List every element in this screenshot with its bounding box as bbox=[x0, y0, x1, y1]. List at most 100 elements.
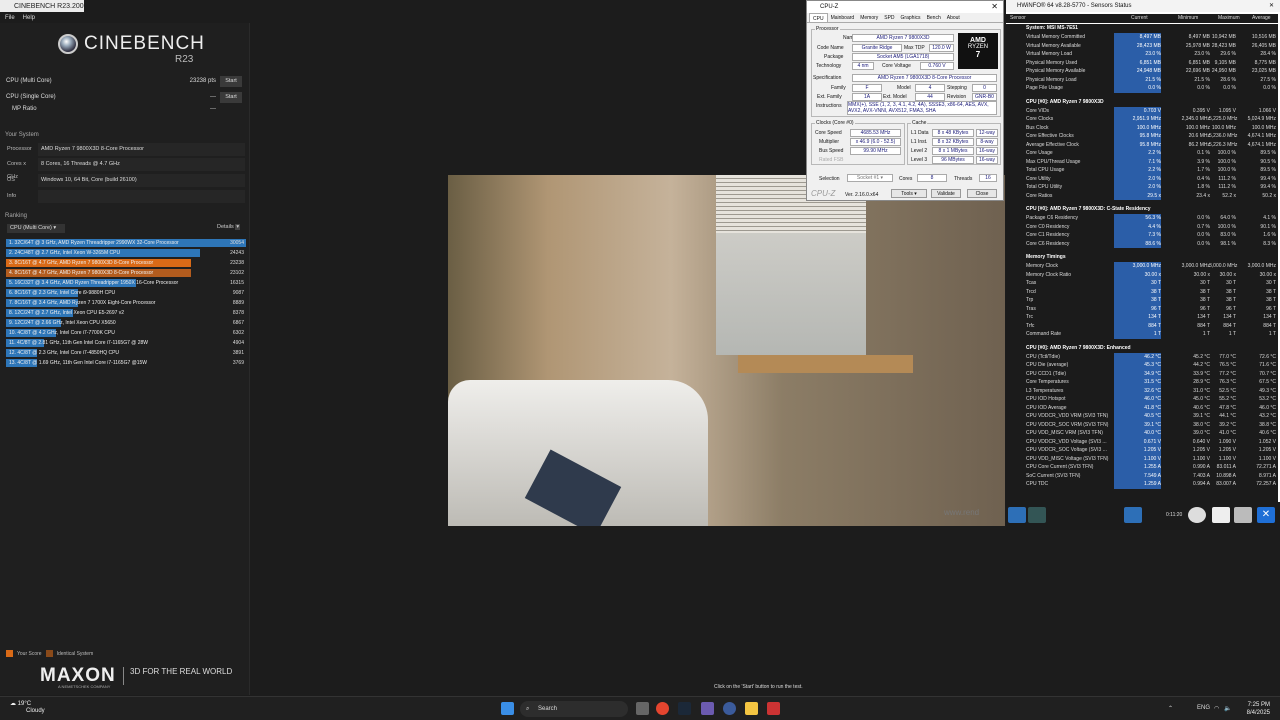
ranking-row[interactable]: 7. 8C/16T @ 3.4 GHz, AMD Ryzen 7 1700X E… bbox=[6, 298, 246, 308]
sensor-row[interactable]: Memory Clock 3,000.0 MHz 3,000.0 MHz 3,000.… bbox=[1006, 262, 1278, 271]
sensor-row[interactable]: Core Temperatures 31.5 °C 28.9 °C 76.3 °C 67… bbox=[1006, 378, 1278, 387]
sensor-row[interactable]: Bus Clock 100.0 MHz 100.0 MHz 100.0 MHz 100.… bbox=[1006, 123, 1278, 132]
tab-graphics[interactable]: Graphics bbox=[898, 13, 924, 22]
steam-icon[interactable] bbox=[678, 702, 691, 715]
sensor-row[interactable]: Average Effective Clock 95.8 MHz 86.2 MHz 5… bbox=[1006, 140, 1278, 149]
volume-icon[interactable]: 🔈 bbox=[1224, 705, 1231, 712]
report-icon[interactable] bbox=[1212, 507, 1230, 523]
sensor-row[interactable]: Physical Memory Load 21.5 % 21.5 % 28.6 % 27… bbox=[1006, 75, 1278, 84]
menu-help[interactable]: Help bbox=[23, 15, 35, 21]
hwinfo-taskbar-icon[interactable] bbox=[723, 702, 736, 715]
sensor-row[interactable]: SoC Current (SVI3 TFN) 7.549 A 7.403 A 10.8… bbox=[1006, 471, 1278, 480]
single-core-start-button[interactable]: Start bbox=[220, 91, 242, 103]
sensor-row[interactable]: Core Usage 2.2 % 0.1 % 100.0 % 89.5 % bbox=[1006, 149, 1278, 158]
sensor-row[interactable]: Memory Clock Ratio 30.00 x 30.00 x 30.00 x 3… bbox=[1006, 270, 1278, 279]
tab-memory[interactable]: Memory bbox=[857, 13, 881, 22]
sensor-row[interactable]: Package C6 Residency 56.3 % 0.0 % 64.0 % 4.1… bbox=[1006, 214, 1278, 223]
sensor-row[interactable]: CPU TDC 1.259 A 0.994 A 83.007 A 72.257 A bbox=[1006, 480, 1278, 489]
close-x-icon[interactable]: ✕ bbox=[1257, 507, 1275, 523]
sensor-row[interactable]: CPU VDDCR_SOC VRM (SVI3 TFN) 39.1 °C 38.0 … bbox=[1006, 420, 1278, 429]
sensor-row[interactable]: CPU IOD Hotspot 46.0 °C 45.0 °C 55.2 °C 53.2… bbox=[1006, 395, 1278, 404]
ranking-row[interactable]: 8. 12C/24T @ 2.7 GHz, Intel Xeon CPU E5-… bbox=[6, 308, 246, 318]
sensor-row[interactable]: Core C1 Residency 7.3 % 0.0 % 83.0 % 1.6 % bbox=[1006, 231, 1278, 240]
language-indicator[interactable]: ENG bbox=[1197, 705, 1210, 711]
sensor-row[interactable]: Virtual Memory Committed 8,497 MB 8,497 MB… bbox=[1006, 33, 1278, 42]
sensor-row[interactable]: CPU VDDCR_VDD Voltage (SVI3 ... 0.671 V 0.… bbox=[1006, 437, 1278, 446]
taskbar-search[interactable]: ⌕ Search bbox=[520, 701, 628, 717]
ranking-row[interactable]: 10. 4C/8T @ 4.2 GHz, Intel Core i7-7700K… bbox=[6, 328, 246, 338]
sensor-row[interactable]: Total CPU Usage 2.2 % 1.7 % 100.0 % 89.5 % bbox=[1006, 166, 1278, 175]
col-sensor[interactable]: Sensor bbox=[1010, 14, 1026, 23]
sensor-row[interactable]: Physical Memory Available 24,948 MB 22,696… bbox=[1006, 67, 1278, 76]
sensor-row[interactable]: CPU CCD1 (Tdie) 34.9 °C 33.9 °C 77.2 °C 70.7… bbox=[1006, 369, 1278, 378]
col-minimum[interactable]: Minimum bbox=[1178, 14, 1198, 23]
sensor-row[interactable]: CPU IOD Average 41.8 °C 40.6 °C 47.8 °C 46.0… bbox=[1006, 403, 1278, 412]
socket-select[interactable]: Socket #1 ▾ bbox=[847, 174, 893, 182]
nav-arrows-icon[interactable] bbox=[1008, 507, 1026, 523]
tab-bench[interactable]: Bench bbox=[924, 13, 944, 22]
sensor-row[interactable]: CPU Die (average) 45.3 °C 44.2 °C 76.5 °C 71… bbox=[1006, 361, 1278, 370]
sensor-row[interactable]: Tras 96 T 96 T 96 T 96 T bbox=[1006, 304, 1278, 313]
sensor-row[interactable]: L3 Temperatures 32.6 °C 31.0 °C 52.5 °C 49.3… bbox=[1006, 386, 1278, 395]
sensor-row[interactable]: CPU VDDCR_SOC Voltage (SVI3 ... 1.205 V 1.… bbox=[1006, 446, 1278, 455]
sensor-row[interactable]: Physical Memory Used 6,851 MB 6,851 MB 9,10… bbox=[1006, 58, 1278, 67]
task-view-icon[interactable] bbox=[636, 702, 649, 715]
wifi-icon[interactable]: ◠ bbox=[1214, 705, 1219, 712]
ranking-row[interactable]: 3. 8C/16T @ 4.7 GHz, AMD Ryzen 7 9800X3D… bbox=[6, 258, 246, 268]
tray-chevron-icon[interactable]: ⌃ bbox=[1168, 705, 1173, 712]
sensor-row[interactable]: Core Ratios 29.5 x 23.4 x 52.2 x 50.2 x bbox=[1006, 191, 1278, 200]
close-icon[interactable]: ✕ bbox=[991, 1, 998, 13]
sensor-row[interactable]: Core C0 Residency 4.4 % 0.7 % 100.0 % 90.1 % bbox=[1006, 222, 1278, 231]
sensor-row[interactable]: Core Utility 2.0 % 0.4 % 111.2 % 99.4 % bbox=[1006, 174, 1278, 183]
col-maximum[interactable]: Maximum bbox=[1218, 14, 1240, 23]
close-icon[interactable]: ✕ bbox=[1269, 0, 1274, 12]
ranking-row[interactable]: 1. 32C/64T @ 3 GHz, AMD Ryzen Threadripp… bbox=[6, 238, 246, 248]
tab-about[interactable]: About bbox=[944, 13, 963, 22]
sensor-row[interactable]: Core Clocks 2,951.9 MHz 2,345.0 MHz 5,225.0… bbox=[1006, 115, 1278, 124]
sensor-group-header[interactable]: CPU [#0]: AMD Ryzen 7 9800X3D: Enhanced bbox=[1006, 344, 1278, 353]
sensor-row[interactable]: Virtual Memory Load 23.0 % 23.0 % 29.6 % 28.… bbox=[1006, 50, 1278, 59]
sensor-row[interactable]: Total CPU Utility 2.0 % 1.8 % 111.2 % 99.4 % bbox=[1006, 183, 1278, 192]
sensor-row[interactable]: CPU (Tctl/Tdie) 46.2 °C 45.2 °C 77.0 °C 72.6… bbox=[1006, 352, 1278, 361]
validate-button[interactable]: Validate bbox=[931, 189, 961, 198]
sensor-row[interactable]: Trfc 884 T 884 T 884 T 884 T bbox=[1006, 321, 1278, 330]
col-current[interactable]: Current bbox=[1131, 14, 1148, 23]
tab-cpu[interactable]: CPU bbox=[809, 13, 828, 22]
settings-gear-icon[interactable] bbox=[1234, 507, 1252, 523]
ranking-row[interactable]: 13. 4C/8T @ 1.69 GHz, 11th Gen Intel Cor… bbox=[6, 358, 246, 368]
file-explorer-icon[interactable] bbox=[745, 702, 758, 715]
info-field[interactable] bbox=[38, 190, 245, 203]
sensor-row[interactable]: Page File Usage 0.0 % 0.0 % 0.0 % 0.0 % bbox=[1006, 84, 1278, 93]
sensor-row[interactable]: Max CPU/Thread Usage 7.1 % 3.9 % 100.0 % 90.… bbox=[1006, 157, 1278, 166]
ranking-row[interactable]: 2. 24C/48T @ 2.7 GHz, Intel Xeon W-3265M… bbox=[6, 248, 246, 258]
hwinfo-sensor-list[interactable]: System: MSI MS-7E51 Virtual Memory Commit… bbox=[1006, 24, 1278, 502]
cinebench-taskbar-icon[interactable] bbox=[767, 702, 780, 715]
menu-file[interactable]: File bbox=[5, 15, 15, 21]
multi-core-start-button[interactable]: Start bbox=[220, 75, 242, 87]
ranking-row[interactable]: 6. 8C/16T @ 2.3 GHz, Intel Core i9-9880H… bbox=[6, 288, 246, 298]
ranking-dropdown[interactable]: CPU (Multi Core) ▾ bbox=[7, 224, 65, 233]
close-button[interactable]: Close bbox=[967, 189, 997, 198]
tab-mainboard[interactable]: Mainboard bbox=[828, 13, 858, 22]
sensor-group-header[interactable]: CPU [#0]: AMD Ryzen 7 9800X3D: C-State R… bbox=[1006, 205, 1278, 214]
clock-icon[interactable] bbox=[1188, 507, 1206, 523]
sensor-row[interactable]: Tcas 30 T 30 T 30 T 30 T bbox=[1006, 279, 1278, 288]
cpuz-taskbar-icon[interactable] bbox=[701, 702, 714, 715]
chrome-icon[interactable] bbox=[656, 702, 669, 715]
ranking-row[interactable]: 11. 4C/8T @ 2.81 GHz, 11th Gen Intel Cor… bbox=[6, 338, 246, 348]
network-icon[interactable] bbox=[1124, 507, 1142, 523]
sensor-row[interactable]: Core Effective Clocks 95.8 MHz 20.6 MHz 5,2… bbox=[1006, 132, 1278, 141]
nav-back-icon[interactable] bbox=[1028, 507, 1046, 523]
sensor-row[interactable]: Trp 38 T 38 T 38 T 38 T bbox=[1006, 296, 1278, 305]
tools-button[interactable]: Tools ▾ bbox=[891, 189, 927, 198]
ranking-row[interactable]: 4. 8C/16T @ 4.7 GHz, AMD Ryzen 7 9800X3D… bbox=[6, 268, 246, 278]
sensor-row[interactable]: Virtual Memory Available 28,423 MB 25,978 … bbox=[1006, 41, 1278, 50]
sensor-row[interactable]: Command Rate 1 T 1 T 1 T 1 T bbox=[1006, 330, 1278, 339]
sensor-group-header[interactable]: CPU [#0]: AMD Ryzen 7 9800X3D bbox=[1006, 98, 1278, 107]
sensor-row[interactable]: CPU VDD_MISC Voltage (SVI3 TFN) 1.100 V 1.… bbox=[1006, 454, 1278, 463]
sensor-row[interactable]: Core C6 Residency 88.6 % 0.0 % 98.1 % 8.3 % bbox=[1006, 239, 1278, 248]
sensor-row[interactable]: CPU VDD_MISC VRM (SVI3 TFN) 40.0 °C 39.0 °… bbox=[1006, 429, 1278, 438]
col-average[interactable]: Average bbox=[1252, 14, 1271, 23]
sensor-row[interactable]: CPU Core Current (SVI3 TFN) 1.255 A 0.990 … bbox=[1006, 463, 1278, 472]
sensor-row[interactable]: Core VIDs 0.703 V 0.395 V 1.095 V 1.066 V bbox=[1006, 106, 1278, 115]
